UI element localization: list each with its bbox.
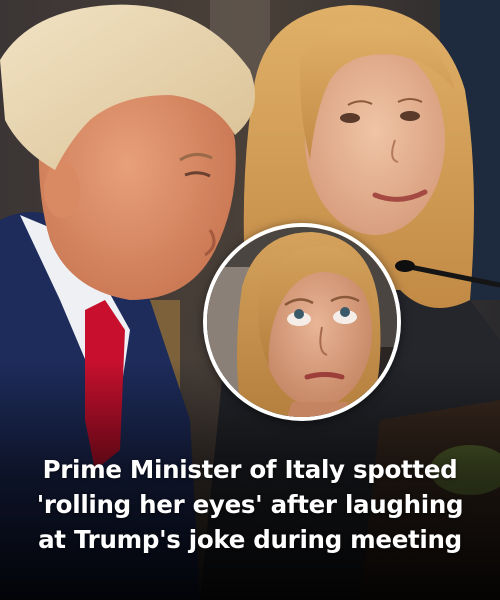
close-up-inset (203, 223, 401, 421)
news-card: Prime Minister of Italy spotted 'rolling… (0, 0, 500, 600)
headline-line-2: 'rolling her eyes' after laughing (36, 490, 464, 519)
close-up-portrait (207, 227, 397, 417)
headline: Prime Minister of Italy spotted 'rolling… (0, 452, 500, 557)
headline-line-3: at Trump's joke during meeting (38, 525, 462, 554)
headline-line-1: Prime Minister of Italy spotted (42, 455, 458, 484)
